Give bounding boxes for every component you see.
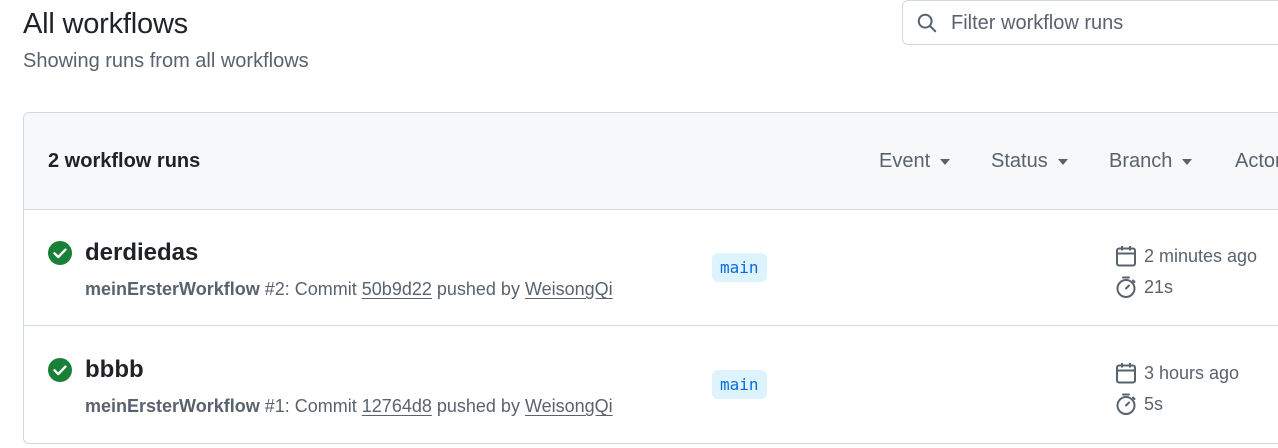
- chevron-down-icon: [1057, 158, 1068, 165]
- event-filter-dropdown[interactable]: Event: [879, 150, 951, 173]
- branch-filter-dropdown[interactable]: Branch: [1109, 150, 1193, 173]
- event-text: : Commit: [284, 396, 357, 416]
- run-title-link[interactable]: bbbb: [85, 356, 144, 384]
- page-subtitle: Showing runs from all workflows: [23, 50, 309, 72]
- event-filter-label: Event: [879, 150, 931, 172]
- run-duration-text: 21s: [1144, 276, 1174, 297]
- run-title-link[interactable]: derdiedas: [85, 239, 198, 267]
- branch-filter-label: Branch: [1109, 150, 1173, 172]
- page-title: All workflows: [23, 8, 188, 40]
- filter-runs-input[interactable]: [951, 9, 1271, 37]
- filter-runs-search[interactable]: [902, 0, 1278, 45]
- chevron-down-icon: [940, 158, 951, 165]
- branch-label[interactable]: main: [712, 253, 767, 282]
- workflow-name: meinErsterWorkflow: [85, 279, 260, 299]
- search-icon: [917, 13, 937, 33]
- list-header: 2 workflow runs Event Status Branch Acto…: [24, 113, 1278, 210]
- stopwatch-icon: [1116, 393, 1136, 415]
- workflow-run-count: 2 workflow runs: [48, 150, 201, 172]
- pushed-by-text: pushed by: [436, 279, 520, 299]
- actor-filter-dropdown[interactable]: Actor: [1235, 150, 1278, 173]
- actor-link[interactable]: WeisongQi: [525, 279, 613, 299]
- chevron-down-icon: [1182, 158, 1193, 165]
- run-number: #2: [264, 279, 285, 299]
- workflow-runs-list: 2 workflow runs Event Status Branch Acto…: [23, 112, 1278, 444]
- commit-sha-link[interactable]: 12764d8: [362, 396, 432, 416]
- run-time-text: 3 hours ago: [1144, 362, 1240, 383]
- run-time-text: 2 minutes ago: [1144, 245, 1258, 266]
- status-filter-dropdown[interactable]: Status: [991, 150, 1068, 173]
- actor-link[interactable]: WeisongQi: [525, 396, 613, 416]
- workflow-run-row[interactable]: bbbb meinErsterWorkflow #1: Commit 12764…: [24, 327, 1278, 443]
- workflow-run-row[interactable]: derdiedas meinErsterWorkflow #2: Commit …: [24, 210, 1278, 326]
- pushed-by-text: pushed by: [436, 396, 520, 416]
- calendar-icon: [1116, 363, 1136, 384]
- calendar-icon: [1116, 246, 1136, 267]
- event-text: : Commit: [284, 279, 357, 299]
- run-timestamp: 3 hours ago: [1114, 361, 1239, 385]
- run-meta: meinErsterWorkflow #1: Commit 12764d8 pu…: [85, 396, 613, 417]
- run-duration: 21s: [1114, 275, 1173, 299]
- run-meta: meinErsterWorkflow #2: Commit 50b9d22 pu…: [85, 279, 613, 300]
- success-check-icon: [48, 241, 72, 265]
- stopwatch-icon: [1116, 276, 1136, 298]
- run-duration-text: 5s: [1144, 393, 1164, 414]
- commit-sha-link[interactable]: 50b9d22: [362, 279, 432, 299]
- run-duration: 5s: [1114, 392, 1163, 416]
- success-check-icon: [48, 358, 72, 382]
- workflow-name: meinErsterWorkflow: [85, 396, 260, 416]
- run-timestamp: 2 minutes ago: [1114, 244, 1257, 268]
- status-filter-label: Status: [991, 150, 1048, 172]
- run-number: #1: [264, 396, 285, 416]
- branch-label[interactable]: main: [712, 370, 767, 399]
- actor-filter-label: Actor: [1235, 150, 1278, 172]
